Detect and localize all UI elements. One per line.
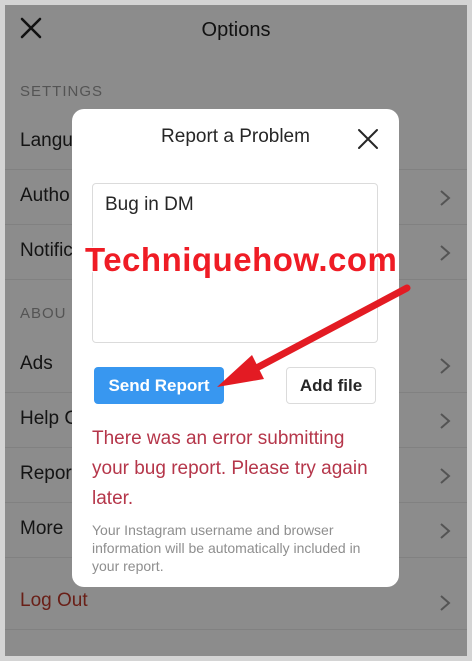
watermark-text: Techniquehow.com [85, 241, 398, 278]
close-icon[interactable] [356, 127, 380, 151]
error-message: There was an error submitting your bug r… [92, 428, 368, 509]
report-problem-dialog: Report a Problem Bug in DM Send Report A… [72, 109, 399, 587]
dialog-title: Report a Problem [161, 126, 310, 147]
add-file-button[interactable]: Add file [286, 367, 376, 404]
screenshot-frame: Options SETTINGS Langu Autho Notific ABO… [0, 0, 472, 661]
send-report-button[interactable]: Send Report [94, 367, 224, 404]
privacy-note: Your Instagram username and browser info… [92, 522, 361, 574]
